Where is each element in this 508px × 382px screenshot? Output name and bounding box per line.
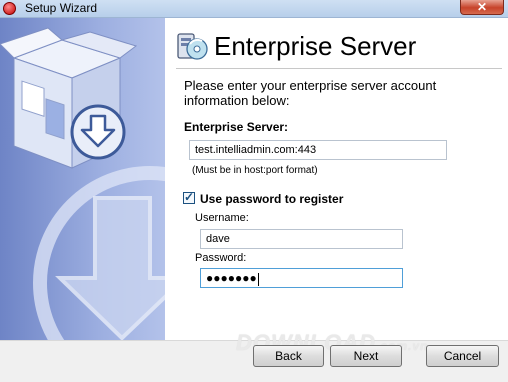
use-password-label[interactable]: Use password to register bbox=[200, 192, 343, 206]
window-title: Setup Wizard bbox=[25, 1, 98, 15]
use-password-checkbox[interactable]: ✓ bbox=[183, 190, 195, 204]
text-caret bbox=[257, 272, 259, 286]
back-button[interactable]: Back bbox=[253, 345, 324, 367]
close-button[interactable]: ✕ bbox=[460, 0, 504, 15]
username-input[interactable]: dave bbox=[200, 229, 403, 249]
server-disc-icon bbox=[177, 33, 208, 60]
title-bar: Setup Wizard ✕ bbox=[0, 0, 508, 18]
password-mask: ●●●●●●● bbox=[206, 271, 257, 285]
wizard-banner bbox=[0, 18, 165, 340]
intro-text: Please enter your enterprise server acco… bbox=[184, 78, 437, 108]
box-download-illustration bbox=[0, 27, 165, 340]
cancel-button[interactable]: Cancel bbox=[426, 345, 499, 367]
title-divider bbox=[176, 68, 502, 69]
password-label: Password: bbox=[195, 252, 247, 264]
main-panel bbox=[166, 18, 508, 340]
app-icon bbox=[3, 2, 16, 15]
page-title: Enterprise Server bbox=[214, 31, 417, 61]
server-label: Enterprise Server: bbox=[184, 120, 289, 134]
next-button[interactable]: Next bbox=[330, 345, 402, 367]
password-input[interactable]: ●●●●●●● bbox=[200, 268, 403, 288]
server-input[interactable]: test.intelliadmin.com:443 bbox=[189, 140, 447, 160]
username-label: Username: bbox=[195, 212, 249, 224]
server-format-hint: (Must be in host:port format) bbox=[192, 165, 318, 176]
checkmark-icon: ✓ bbox=[184, 190, 195, 204]
